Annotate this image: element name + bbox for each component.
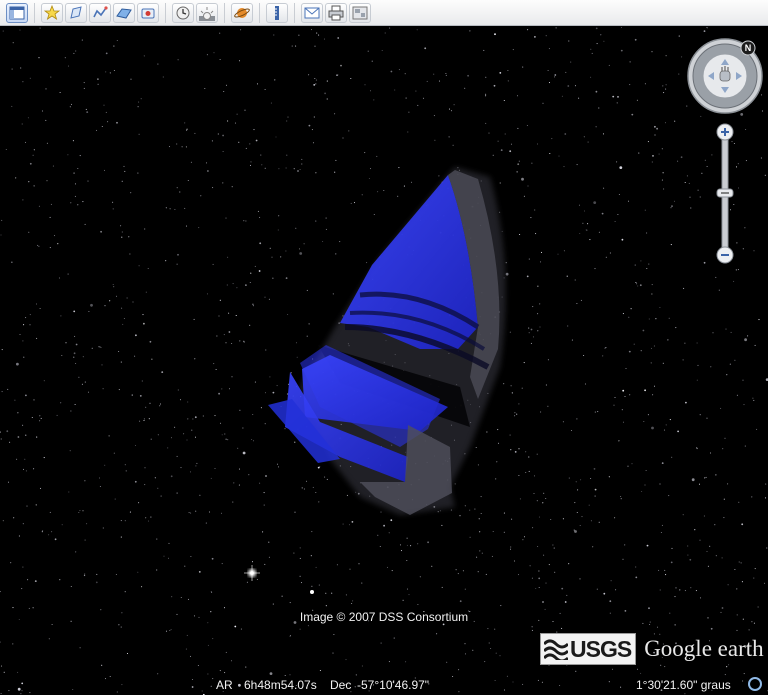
sidebar-icon <box>9 6 25 19</box>
toolbar <box>0 0 768 26</box>
status-bar: AR 6h48m54.07s Dec -57°10'46.97" 1°30'21… <box>0 675 768 695</box>
print-button[interactable] <box>325 2 347 23</box>
add-polygon-button[interactable] <box>65 2 87 23</box>
dec-value: -57°10'46.97" <box>357 678 430 692</box>
add-path-button[interactable] <box>89 2 111 23</box>
eye-altitude: 1°30'21.60" graus <box>636 678 731 692</box>
add-placemark-button[interactable] <box>41 2 63 23</box>
image-overlay-icon <box>116 7 132 19</box>
record-tour-icon <box>141 8 155 18</box>
ruler-icon <box>275 5 279 20</box>
placemark-pin-icon <box>44 4 60 20</box>
maps-icon <box>352 6 368 19</box>
email-icon <box>304 7 320 18</box>
print-icon <box>328 5 344 20</box>
toolbar-separator <box>294 2 295 23</box>
toolbar-separator <box>165 2 166 23</box>
toolbar-separator <box>259 2 260 23</box>
imagery-credit: Image © 2007 DSS Consortium <box>299 610 469 624</box>
google-earth-logo: Google earth <box>644 636 764 661</box>
ruler-button[interactable] <box>266 2 288 23</box>
sunlight-button[interactable] <box>196 2 218 23</box>
add-image-overlay-button[interactable] <box>113 2 135 23</box>
ra-label: AR <box>216 678 233 692</box>
sky-viewport[interactable]: N Image © 2007 DSS Consortium USGS Googl… <box>0 27 768 695</box>
sun-icon <box>199 6 215 21</box>
compass-north-label: N <box>745 43 752 53</box>
usgs-logo-text: USGS <box>570 635 632 662</box>
ra-value: 6h48m54.07s <box>244 678 317 692</box>
historical-imagery-button[interactable] <box>172 2 194 23</box>
dec-label: Dec <box>330 678 352 692</box>
logos: USGS Google earth <box>540 633 764 665</box>
polygon-icon <box>70 5 82 19</box>
streaming-indicator-icon <box>748 677 762 691</box>
toolbar-separator <box>224 2 225 23</box>
record-tour-button[interactable] <box>137 2 159 23</box>
zoom-slider[interactable] <box>714 122 736 267</box>
planets-button[interactable] <box>231 2 253 23</box>
usgs-logo: USGS <box>540 633 637 665</box>
sidebar-toggle-button[interactable] <box>6 2 28 23</box>
hand-icon <box>719 66 731 82</box>
toolbar-separator <box>34 2 35 23</box>
planet-icon <box>234 7 250 18</box>
clock-icon <box>176 6 190 19</box>
view-in-maps-button[interactable] <box>349 2 371 23</box>
navigation-compass[interactable]: N <box>686 37 764 115</box>
usgs-wave-icon <box>544 639 568 660</box>
sky-imagery <box>0 27 768 695</box>
email-button[interactable] <box>301 2 323 23</box>
path-icon <box>93 5 108 17</box>
